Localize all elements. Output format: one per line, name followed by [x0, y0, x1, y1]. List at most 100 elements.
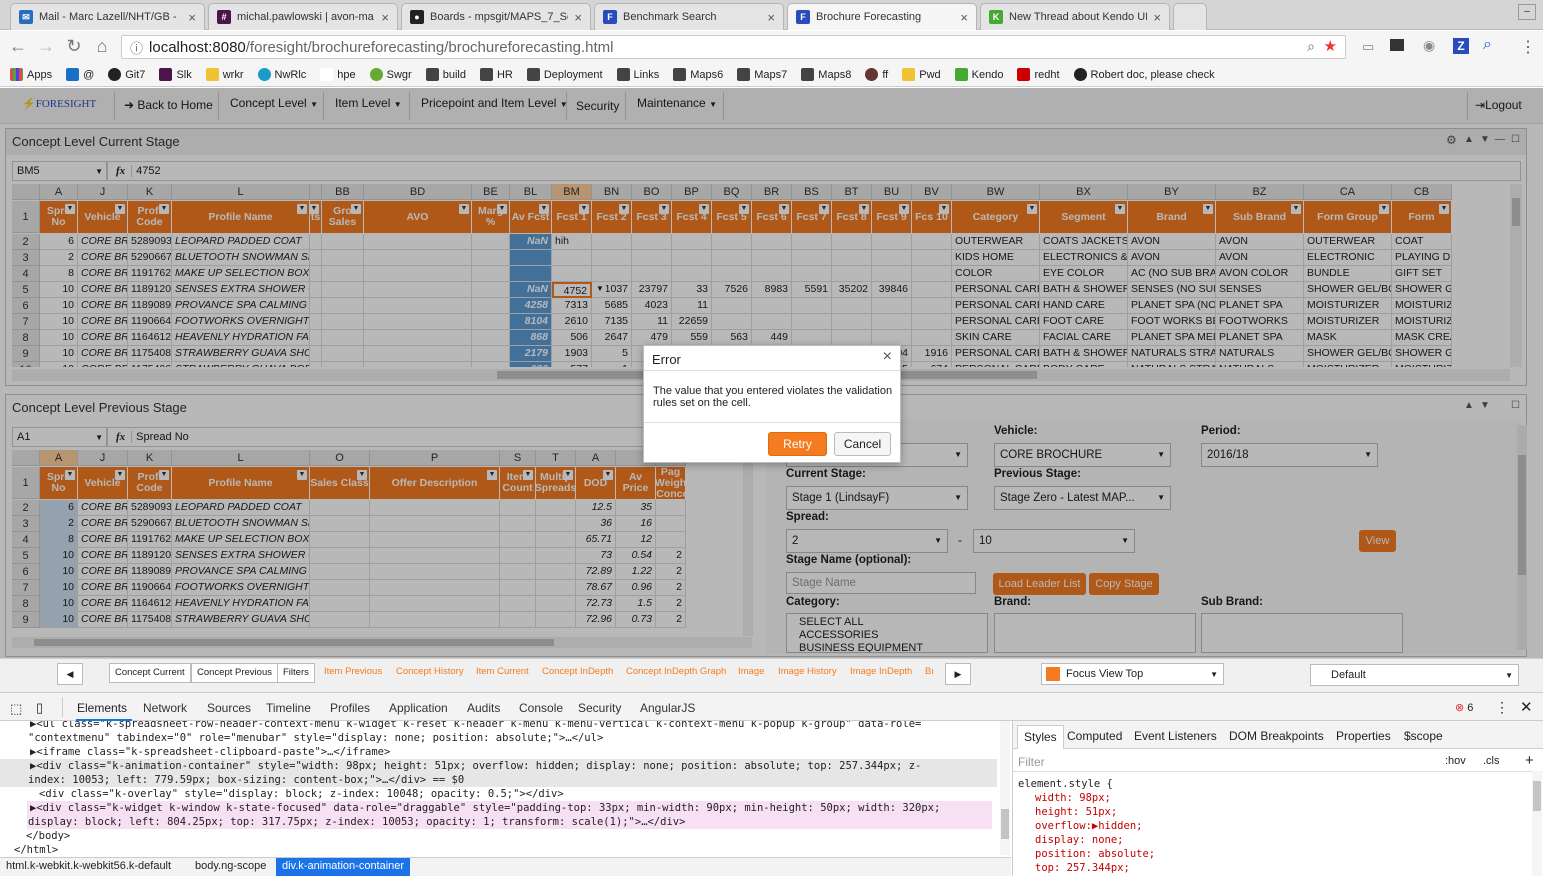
- zotero-icon[interactable]: Z: [1453, 38, 1469, 54]
- class-toggle[interactable]: .cls: [1483, 755, 1500, 767]
- tab-image[interactable]: Image: [738, 666, 764, 677]
- tab-image-history[interactable]: Image History: [778, 666, 837, 677]
- tab-concept-history[interactable]: Concept History: [396, 666, 464, 677]
- scroll-right-icon[interactable]: ▶: [945, 663, 971, 685]
- tab-concept-previous[interactable]: Concept Previous: [191, 663, 278, 683]
- tab-application[interactable]: Application: [389, 701, 448, 715]
- style-declaration[interactable]: top: 257.344px;: [1035, 861, 1130, 875]
- close-tab-icon[interactable]: ×: [960, 10, 968, 25]
- browser-tab-brochure-forecasting[interactable]: F Brochure Forecasting ×: [787, 3, 977, 30]
- browser-tab-mail[interactable]: ✉ Mail - Marc Lazell/NHT/GB - ×: [10, 3, 205, 30]
- tab-computed[interactable]: Computed: [1067, 729, 1122, 743]
- tab-dom-breakpoints[interactable]: DOM Breakpoints: [1229, 729, 1324, 743]
- browser-tab-kendo[interactable]: K New Thread about Kendo UI ×: [980, 3, 1170, 30]
- tab-filters[interactable]: Filters: [277, 663, 315, 683]
- browser-tab-slack[interactable]: # michal.pawlowski | avon-ma ×: [208, 3, 398, 30]
- focus-view-select[interactable]: Focus View Top ▼: [1041, 663, 1224, 685]
- style-declaration[interactable]: width: 98px;: [1035, 791, 1111, 805]
- reload-icon[interactable]: ↻: [64, 37, 84, 55]
- tab-image-indepth[interactable]: Image InDepth: [850, 666, 912, 677]
- home-icon[interactable]: ⌂: [92, 37, 112, 55]
- tab-concept-indepth[interactable]: Concept InDepth: [542, 666, 613, 677]
- retry-button[interactable]: Retry: [768, 432, 827, 456]
- zoom-icon[interactable]: ⌕: [1307, 38, 1315, 55]
- browser-tab-benchmark[interactable]: F Benchmark Search ×: [594, 3, 784, 30]
- hover-state-toggle[interactable]: :hov: [1445, 755, 1466, 767]
- inspect-element-icon[interactable]: ⬚: [10, 701, 22, 717]
- dom-node[interactable]: ▶<div class="k-widget k-window k-state-f…: [30, 801, 940, 815]
- tab-concept-indepth-graph[interactable]: Concept InDepth Graph: [626, 666, 726, 677]
- tab-audits[interactable]: Audits: [467, 701, 500, 715]
- tab-console[interactable]: Console: [519, 701, 563, 715]
- bookmark-wrkr[interactable]: wrkr: [205, 68, 244, 81]
- tab-elements[interactable]: Elements: [77, 701, 127, 715]
- cancel-button[interactable]: Cancel: [834, 432, 891, 456]
- close-tab-icon[interactable]: ×: [1153, 10, 1161, 25]
- tab-timeline[interactable]: Timeline: [266, 701, 311, 715]
- style-declaration[interactable]: display: none;: [1035, 833, 1124, 847]
- chrome-menu-icon[interactable]: ⋮: [1520, 37, 1536, 57]
- dom-node[interactable]: </html>: [14, 843, 58, 855]
- extension-icon[interactable]: ◉: [1423, 37, 1435, 54]
- browser-tab-boards[interactable]: ● Boards - mpsgit/MAPS_7_Se ×: [401, 3, 591, 30]
- bookmark-redht[interactable]: redht: [1017, 68, 1060, 81]
- bookmark-kendo[interactable]: Kendo: [954, 68, 1003, 81]
- cast-icon[interactable]: ▭: [1362, 39, 1374, 55]
- tab-scope[interactable]: $scope: [1404, 729, 1443, 743]
- tab-angularjs[interactable]: AngularJS: [640, 701, 695, 715]
- add-rule-icon[interactable]: +: [1525, 752, 1534, 769]
- tab-styles[interactable]: Styles: [1017, 725, 1064, 749]
- tab-network[interactable]: Network: [143, 701, 187, 715]
- close-tab-icon[interactable]: ×: [381, 10, 389, 25]
- dom-node[interactable]: ▶<iframe class="k-spreadsheet-clipboard-…: [30, 745, 390, 759]
- layout-select[interactable]: Default ▼: [1310, 664, 1519, 686]
- bookmark-hr[interactable]: HR: [479, 68, 513, 81]
- tab-profiles[interactable]: Profiles: [330, 701, 370, 715]
- tab-concept-current[interactable]: Concept Current: [109, 663, 191, 683]
- bookmark-maps7[interactable]: Maps7: [737, 68, 787, 81]
- bookmark-slk[interactable]: Slk: [159, 68, 192, 81]
- forward-arrow-icon[interactable]: →: [36, 37, 56, 55]
- tab-event-listeners[interactable]: Event Listeners: [1134, 729, 1217, 743]
- error-count-badge[interactable]: ⊗ 6: [1455, 701, 1473, 714]
- breadcrumb-item[interactable]: body.ng-scope: [195, 860, 266, 872]
- bookmark-links[interactable]: Links: [616, 68, 659, 81]
- close-tab-icon[interactable]: ×: [574, 10, 582, 25]
- dom-node[interactable]: </body>: [26, 829, 70, 843]
- bookmark-deployment[interactable]: Deployment: [526, 68, 603, 81]
- bookmark-swgr[interactable]: Swgr: [369, 68, 412, 81]
- search-extension-icon[interactable]: ⌕: [1483, 36, 1492, 54]
- bookmark-nwrlc[interactable]: NwRlc: [257, 68, 306, 81]
- bookmark-star-icon[interactable]: ★: [1324, 37, 1337, 55]
- close-icon[interactable]: ×: [883, 348, 892, 366]
- devtools-menu-icon[interactable]: ⋮: [1495, 699, 1509, 716]
- dom-node-selected[interactable]: index: 10053; left: 779.59px; box-sizing…: [28, 773, 464, 787]
- tab-properties[interactable]: Properties: [1336, 729, 1391, 743]
- page-info-icon[interactable]: ⓘ: [130, 38, 143, 57]
- back-arrow-icon[interactable]: ←: [8, 37, 28, 55]
- tab-truncated[interactable]: Bı: [925, 666, 934, 677]
- style-declaration[interactable]: overflow:▶hidden;: [1035, 819, 1142, 833]
- address-bar[interactable]: ⓘ localhost:8080/foresight/brochureforec…: [121, 35, 1346, 59]
- new-tab-button[interactable]: [1173, 3, 1207, 30]
- tab-sources[interactable]: Sources: [207, 701, 251, 715]
- style-declaration[interactable]: position: absolute;: [1035, 847, 1155, 861]
- dom-node[interactable]: ▶<ul class="k-spreadsheet-row-header-con…: [30, 721, 921, 731]
- styles-scrollbar[interactable]: [1532, 771, 1542, 876]
- dom-node[interactable]: "contextmenu" tabindex="0" role="menubar…: [28, 731, 603, 745]
- bookmark-outlook[interactable]: @: [66, 68, 94, 81]
- close-tab-icon[interactable]: ×: [767, 10, 775, 25]
- tab-item-current[interactable]: Item Current: [476, 666, 529, 677]
- elements-tree[interactable]: ▶<ul class="k-spreadsheet-row-header-con…: [0, 721, 1001, 855]
- scroll-left-icon[interactable]: ◀: [57, 663, 83, 685]
- tab-security[interactable]: Security: [578, 701, 621, 715]
- bookmark-maps6[interactable]: Maps6: [673, 68, 723, 81]
- bookmark-git7[interactable]: Git7: [108, 68, 145, 81]
- style-declaration[interactable]: height: 51px;: [1035, 805, 1117, 819]
- dom-node[interactable]: <div class="k-overlay" style="display: b…: [39, 787, 564, 801]
- terminal-icon[interactable]: [1390, 39, 1404, 51]
- bookmark-maps8[interactable]: Maps8: [801, 68, 851, 81]
- bookmark-hpe[interactable]: hpe: [320, 68, 356, 81]
- bookmark-ff[interactable]: ff: [865, 68, 888, 81]
- bookmark-robert-doc[interactable]: Robert doc, please check: [1073, 68, 1215, 81]
